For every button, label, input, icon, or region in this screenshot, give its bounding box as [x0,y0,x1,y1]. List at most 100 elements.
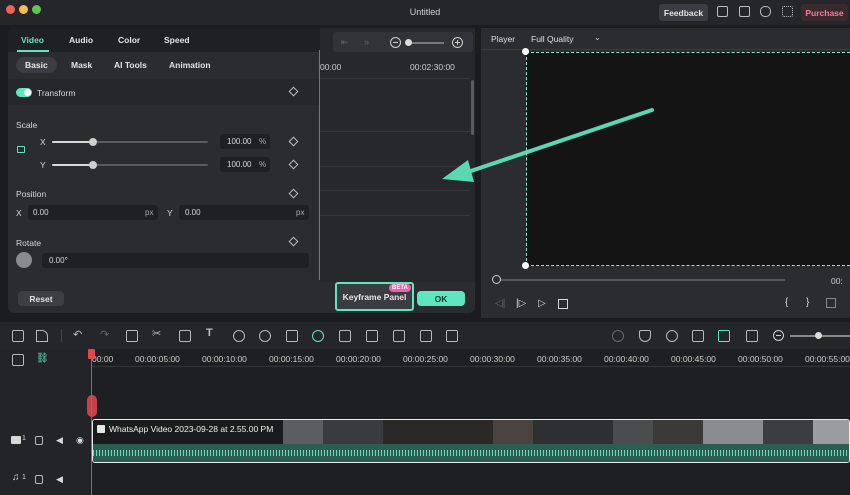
scale-y-keyframe-icon[interactable] [288,159,299,170]
zoom-out-icon[interactable] [390,37,401,48]
ai-cutout-icon[interactable] [286,330,298,342]
ruler-tick-label: 00:00:35:00 [537,354,582,364]
clip-video-icon [97,425,105,433]
mark-out-icon[interactable]: } [806,297,809,308]
snapshot-icon[interactable] [826,298,836,308]
scale-x-slider-knob[interactable] [89,138,97,146]
crop-icon[interactable] [179,330,191,342]
rotate-keyframe-icon[interactable] [288,236,299,247]
audio-track-volume-icon[interactable]: ◀ [56,474,63,485]
microphone-icon[interactable] [666,330,678,342]
clip-thumbnail [383,420,493,444]
scale-x-value: 100.00 [227,137,252,146]
ok-button[interactable]: OK [417,291,465,306]
subtab-basic[interactable]: Basic [16,57,57,73]
crop-handle-top-left[interactable] [522,48,529,55]
reset-button[interactable]: Reset [18,291,64,306]
zoom-slider[interactable] [408,42,444,44]
adjust-icon[interactable] [393,330,405,342]
monitor-icon[interactable] [717,6,728,17]
tab-audio[interactable]: Audio [69,35,93,45]
render-icon[interactable] [612,330,624,342]
video-clip[interactable]: WhatsApp Video 2023-09-28 at 2.55.00 PM [92,419,850,463]
subtab-animation[interactable]: Animation [169,60,211,70]
audio-sync-icon[interactable] [420,330,432,342]
transform-toggle[interactable] [16,88,32,97]
timeline-zoom-out-icon[interactable] [773,330,784,341]
video-track-folder-icon[interactable] [35,436,43,445]
prev-keyframe-icon[interactable]: ⇤ [341,37,349,48]
play-icon[interactable]: ▷ [538,298,546,309]
stop-icon[interactable] [558,299,568,309]
player-progress-knob[interactable] [492,275,501,284]
next-keyframe-icon[interactable]: » [364,37,369,47]
eye-icon[interactable]: ◉ [76,435,84,446]
rotate-field[interactable]: 0.00° [42,253,309,268]
voiceover-icon[interactable] [692,330,704,342]
subtab-mask[interactable]: Mask [71,60,92,70]
save-icon[interactable] [739,6,750,17]
subtitle-icon[interactable] [746,330,758,342]
shield-icon[interactable] [639,330,651,342]
player-time: 00: [831,276,843,286]
split-icon[interactable]: ✂ [152,327,161,340]
rotate-dial[interactable] [16,252,32,268]
add-track-icon[interactable] [12,354,24,366]
purchase-button[interactable]: Purchase [801,4,848,21]
select-tool-icon[interactable] [36,330,48,342]
crop-handle-bottom-left[interactable] [522,262,529,269]
feedback-button[interactable]: Feedback [659,4,708,21]
tag-icon[interactable] [366,330,378,342]
stretch-icon[interactable] [446,330,458,342]
lock-ratio-icon[interactable] [17,146,25,153]
pos-x-field[interactable]: 0.00 px [28,205,158,220]
freeze-frame-icon[interactable] [339,330,351,342]
cloud-icon[interactable] [760,6,771,17]
undo-icon[interactable]: ↶ [73,328,82,341]
ruler-tick-label: 00:00:40:00 [604,354,649,364]
audio-track-number: 1 [22,474,26,481]
scale-x-slider-fill [52,141,93,143]
tab-video[interactable]: Video [21,35,44,45]
video-track-audio-icon[interactable]: ◀ [56,435,63,446]
speed-icon[interactable] [233,330,245,342]
audio-waveform [93,444,849,462]
zoom-slider-knob[interactable] [405,39,412,46]
ruler-tick-label: 00:00:55:00 [805,354,850,364]
subtab-ai-tools[interactable]: AI Tools [114,60,147,70]
scale-y-field[interactable]: 100.00 % [220,157,270,172]
timeline-zoom-knob[interactable] [815,332,822,339]
audio-track-folder-icon[interactable] [35,475,43,484]
zoom-in-icon[interactable] [452,37,463,48]
pos-y-field[interactable]: 0.00 px [179,205,309,220]
scale-y-slider-knob[interactable] [89,161,97,169]
clip-thumbnail [533,420,613,444]
position-keyframe-icon[interactable] [288,188,299,199]
prev-frame-icon[interactable]: ◁| [495,298,505,309]
tab-speed[interactable]: Speed [164,35,190,45]
scale-x-field[interactable]: 100.00 % [220,134,270,149]
timeline-playhead[interactable] [91,349,92,495]
delete-icon[interactable] [126,330,138,342]
playhead-marker[interactable] [87,395,97,417]
apps-grid-icon[interactable] [782,6,793,17]
mark-in-icon[interactable]: { [785,297,788,308]
player-progress-bar[interactable] [495,279,785,281]
ai-tracking-icon[interactable] [718,330,730,342]
layout-icon[interactable] [12,330,24,342]
redo-icon[interactable]: ↷ [100,328,109,341]
text-icon[interactable]: T [206,327,213,339]
quality-dropdown[interactable]: Full Quality [531,34,574,44]
playhead-handle[interactable] [88,349,95,359]
link-icon[interactable]: ⛓ [36,353,49,364]
keyframe-playhead[interactable] [319,50,320,280]
tab-color[interactable]: Color [118,35,140,45]
color-icon[interactable] [259,330,271,342]
timer-icon[interactable] [312,330,324,342]
ruler-tick-label: 00:00:05:00 [135,354,180,364]
scale-x-keyframe-icon[interactable] [288,136,299,147]
pos-y-label: Y [167,208,173,218]
chevron-down-icon[interactable]: ⌄ [594,33,601,42]
play-clip-icon[interactable]: |▷ [516,298,526,309]
ruler-tick-label: 00:00 [92,354,114,364]
